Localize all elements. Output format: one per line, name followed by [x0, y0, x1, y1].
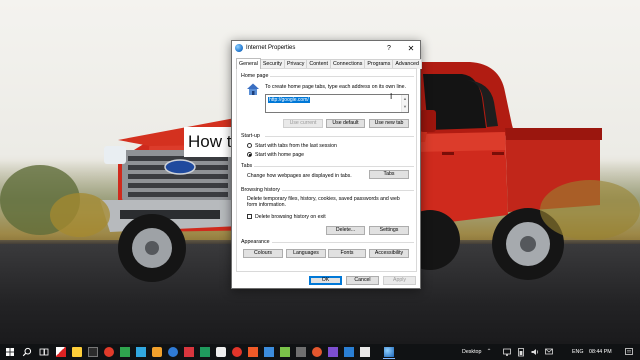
- history-settings-button[interactable]: Settings: [369, 226, 409, 235]
- accessibility-button[interactable]: Accessibility: [369, 249, 409, 258]
- tab-general[interactable]: General: [236, 58, 261, 69]
- app-icon[interactable]: [136, 347, 146, 357]
- cancel-button[interactable]: Cancel: [346, 276, 379, 285]
- internet-options-taskbar-icon[interactable]: [384, 347, 394, 357]
- task-view-icon[interactable]: [39, 347, 49, 357]
- app-icon[interactable]: [264, 347, 274, 357]
- delete-history-button[interactable]: Delete...: [326, 226, 365, 235]
- app-icon[interactable]: [104, 347, 114, 357]
- app-icon[interactable]: [216, 347, 226, 357]
- home-page-instruction: To create home page tabs, type each addr…: [265, 84, 407, 90]
- close-button[interactable]: ✕: [404, 43, 418, 54]
- fonts-button[interactable]: Fonts: [328, 249, 366, 258]
- home-page-group-label: Home page: [241, 73, 269, 79]
- app-icon[interactable]: [200, 347, 210, 357]
- internet-options-icon: [235, 44, 243, 52]
- taskbar-clock[interactable]: 08:44 PM: [589, 349, 612, 355]
- start-icon[interactable]: [5, 347, 15, 357]
- app-icon[interactable]: [184, 347, 194, 357]
- group-divider: [282, 190, 414, 191]
- group-divider: [265, 136, 414, 137]
- startup-tabs-label[interactable]: Start with tabs from the last session: [255, 143, 337, 149]
- network-icon[interactable]: [502, 347, 512, 357]
- startup-home-label[interactable]: Start with home page: [255, 152, 304, 158]
- languages-button[interactable]: Languages: [286, 249, 326, 258]
- search-icon[interactable]: [22, 347, 32, 357]
- home-page-url-textarea[interactable]: http://google.com/ ▲ ▼: [265, 94, 409, 113]
- tutorial-title-text: How t: [188, 132, 232, 151]
- startup-group-label: Start-up: [241, 133, 260, 139]
- startup-home-radio[interactable]: [247, 152, 252, 157]
- app-icon[interactable]: [296, 347, 306, 357]
- active-window-indicator: [383, 358, 395, 359]
- app-icon[interactable]: [344, 347, 354, 357]
- app-icon[interactable]: [328, 347, 338, 357]
- app-icon[interactable]: [152, 347, 162, 357]
- battery-icon[interactable]: [516, 347, 526, 357]
- dialog-titlebar[interactable]: Internet Properties ? ✕: [232, 41, 420, 56]
- url-scrollbar[interactable]: ▲ ▼: [401, 95, 408, 112]
- colours-button[interactable]: Colours: [243, 249, 283, 258]
- app-icon[interactable]: [168, 347, 178, 357]
- scroll-up-arrow-icon[interactable]: ▲: [402, 95, 408, 103]
- tabs-settings-button[interactable]: Tabs: [369, 170, 409, 179]
- action-center-icon[interactable]: [624, 347, 634, 357]
- app-icon[interactable]: [248, 347, 258, 357]
- appearance-group-label: Appearance: [241, 239, 270, 245]
- home-page-url-value: http://google.com/: [268, 97, 310, 103]
- startup-tabs-radio[interactable]: [247, 143, 252, 148]
- use-new-tab-button[interactable]: Use new tab: [369, 119, 409, 128]
- app-icon[interactable]: [88, 347, 98, 357]
- desktop-toolbar-label[interactable]: Desktop: [462, 349, 481, 355]
- taskbar: Desktop ⌃ ENG 08:44 PM: [0, 344, 640, 360]
- app-icon[interactable]: [280, 347, 290, 357]
- text-cursor-ibeam-icon: I: [390, 92, 393, 101]
- chevron-up-icon[interactable]: ⌃: [484, 347, 494, 357]
- group-divider: [270, 76, 414, 77]
- scroll-down-arrow-icon[interactable]: ▼: [402, 103, 408, 111]
- help-button[interactable]: ?: [382, 43, 396, 54]
- input-language[interactable]: ENG: [572, 349, 583, 355]
- group-divider: [272, 242, 414, 243]
- delete-history-on-exit-checkbox[interactable]: [247, 214, 252, 219]
- home-page-house-icon: [247, 83, 259, 95]
- app-icon[interactable]: [120, 347, 130, 357]
- internet-properties-dialog: Internet Properties ? ✕ General Security…: [231, 40, 422, 289]
- browsing-history-group-label: Browsing history: [241, 187, 280, 193]
- app-icon[interactable]: [360, 347, 370, 357]
- tabs-description: Change how webpages are displayed in tab…: [247, 173, 352, 179]
- group-divider: [254, 166, 414, 167]
- dialog-title: Internet Properties: [246, 45, 296, 51]
- ok-button[interactable]: OK: [309, 276, 342, 285]
- delete-history-on-exit-label[interactable]: Delete browsing history on exit: [255, 214, 326, 220]
- browsing-history-description-2: form information.: [247, 202, 286, 208]
- use-current-button[interactable]: Use current: [283, 119, 323, 128]
- message-icon[interactable]: [544, 347, 554, 357]
- volume-icon[interactable]: [530, 347, 540, 357]
- apply-button[interactable]: Apply: [383, 276, 416, 285]
- tabs-group-label: Tabs: [241, 163, 253, 169]
- app-icon[interactable]: [56, 347, 66, 357]
- app-icon[interactable]: [72, 347, 82, 357]
- use-default-button[interactable]: Use default: [326, 119, 365, 128]
- app-icon[interactable]: [312, 347, 322, 357]
- app-icon[interactable]: [232, 347, 242, 357]
